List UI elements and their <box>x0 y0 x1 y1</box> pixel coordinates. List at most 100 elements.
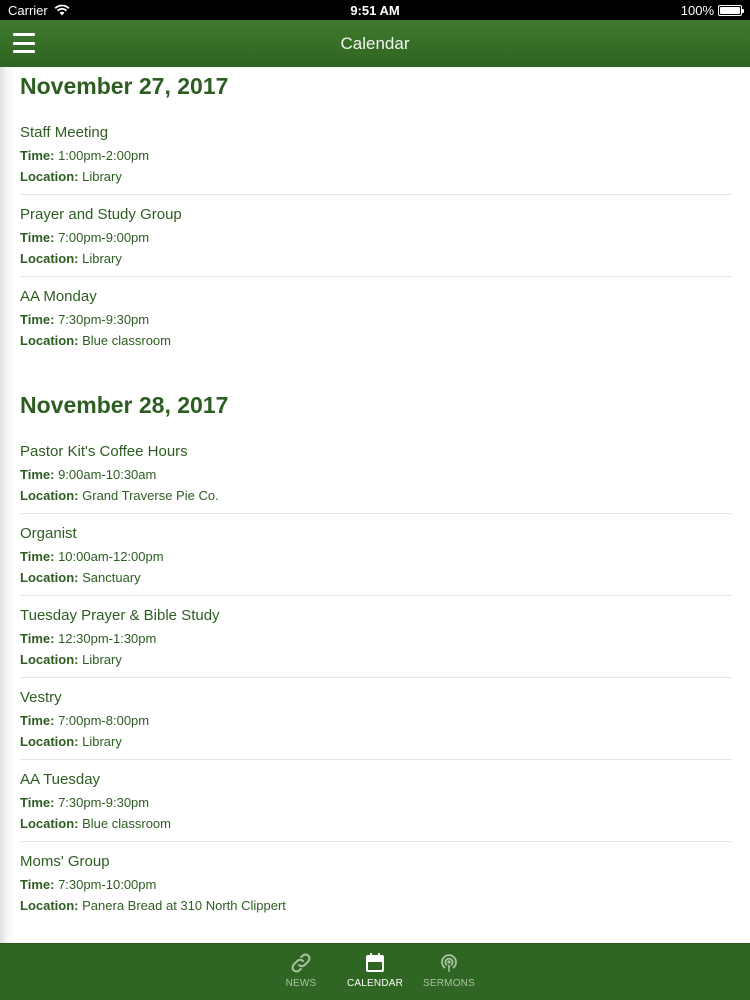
event-time: Time: 7:30pm-9:30pm <box>20 309 732 330</box>
menu-line <box>13 33 35 36</box>
wifi-icon <box>54 4 70 16</box>
location-label: Location: <box>20 898 79 913</box>
battery-icon <box>718 4 744 16</box>
location-label: Location: <box>20 570 79 585</box>
tab-calendar[interactable]: CALENDAR <box>345 944 405 1000</box>
nav-bar: Calendar <box>0 20 750 67</box>
event-item[interactable]: AA Tuesday Time: 7:30pm-9:30pm Location: B… <box>20 760 732 842</box>
day-header: November 27, 2017 <box>20 73 229 99</box>
time-value: 1:00pm-2:00pm <box>58 148 150 163</box>
location-value: Sanctuary <box>82 570 141 585</box>
location-label: Location: <box>20 251 79 266</box>
calendar-icon <box>363 951 387 975</box>
time-label: Time: <box>20 467 55 482</box>
event-item[interactable]: Vestry Time: 7:00pm-8:00pm Location: Libra… <box>20 678 732 760</box>
event-item[interactable]: Pastor Kit's Coffee Hours Time: 9:00am-10… <box>20 432 732 514</box>
location-label: Location: <box>20 652 79 667</box>
event-title: Pastor Kit's Coffee Hours <box>20 443 188 460</box>
time-label: Time: <box>20 549 55 564</box>
location-label: Location: <box>20 169 79 184</box>
event-time: Time: 7:30pm-9:30pm <box>20 792 732 813</box>
location-value: Library <box>82 652 122 667</box>
event-item[interactable]: AA Monday Time: 7:30pm-9:30pm Location: Bl… <box>20 277 732 359</box>
time-label: Time: <box>20 312 55 327</box>
time-value: 10:00am-12:00pm <box>58 549 164 564</box>
status-time: 9:51 AM <box>350 2 400 18</box>
time-label: Time: <box>20 631 55 646</box>
time-value: 7:30pm-9:30pm <box>58 312 150 327</box>
day-header: November 28, 2017 <box>20 392 229 418</box>
tab-label: CALENDAR <box>346 978 404 989</box>
battery-percent: 100% <box>680 2 714 18</box>
event-time: Time: 10:00am-12:00pm <box>20 546 732 567</box>
time-value: 7:00pm-8:00pm <box>58 713 150 728</box>
event-item[interactable]: Prayer and Study Group Time: 7:00pm-9:00p… <box>20 195 732 277</box>
time-value: 7:00pm-9:00pm <box>58 230 150 245</box>
menu-line <box>13 50 35 53</box>
location-value: Library <box>82 251 122 266</box>
location-value: Blue classroom <box>82 816 171 831</box>
event-title: AA Tuesday <box>20 771 101 788</box>
location-label: Location: <box>20 488 79 503</box>
status-bar: Carrier 9:51 AM 100% <box>0 0 750 20</box>
time-label: Time: <box>20 795 55 810</box>
event-title: Moms' Group <box>20 853 110 870</box>
time-label: Time: <box>20 713 55 728</box>
battery-fill <box>720 6 740 14</box>
page-title: Calendar <box>340 33 410 53</box>
event-location: Location: Blue classroom <box>20 330 732 351</box>
day-section: November 27, 2017 Staff Meeting Time: 1:00… <box>0 69 750 359</box>
event-location: Location: Blue classroom <box>20 813 732 834</box>
location-label: Location: <box>20 333 79 348</box>
event-location: Location: Sanctuary <box>20 567 732 588</box>
location-value: Library <box>82 169 122 184</box>
location-value: Blue classroom <box>82 333 171 348</box>
event-title: Vestry <box>20 689 62 706</box>
event-time: Time: 12:30pm-1:30pm <box>20 628 732 649</box>
event-time: Time: 1:00pm-2:00pm <box>20 145 732 166</box>
event-item[interactable]: Staff Meeting Time: 1:00pm-2:00pm Location… <box>20 113 732 195</box>
podcast-icon <box>437 951 461 975</box>
carrier-label: Carrier <box>8 2 48 18</box>
event-time: Time: 7:30pm-10:00pm <box>20 874 732 895</box>
event-location: Location: Library <box>20 649 732 670</box>
event-title: AA Monday <box>20 288 97 305</box>
event-location: Location: Library <box>20 166 732 187</box>
event-item[interactable]: Organist Time: 10:00am-12:00pm Location: S… <box>20 514 732 596</box>
location-label: Location: <box>20 734 79 749</box>
tab-sermons[interactable]: SERMONS <box>419 944 479 1000</box>
tab-bar: NEWS CALENDAR SERMONS <box>0 943 750 1000</box>
day-section: November 28, 2017 Pastor Kit's Coffee Hou… <box>0 388 750 924</box>
menu-line <box>13 41 35 45</box>
event-item[interactable]: Moms' Group Time: 7:30pm-10:00pm Location:… <box>20 842 732 924</box>
calendar-list[interactable]: November 27, 2017 Staff Meeting Time: 1:00… <box>0 67 750 943</box>
tab-news[interactable]: NEWS <box>271 944 331 1000</box>
status-left: Carrier <box>8 3 70 18</box>
event-title: Tuesday Prayer & Bible Study <box>20 607 220 624</box>
time-label: Time: <box>20 877 55 892</box>
event-location: Location: Library <box>20 731 732 752</box>
link-icon <box>289 951 313 975</box>
event-time: Time: 7:00pm-9:00pm <box>20 227 732 248</box>
event-title: Prayer and Study Group <box>20 206 182 223</box>
tab-label: SERMONS <box>423 978 475 989</box>
location-value: Grand Traverse Pie Co. <box>82 488 219 503</box>
time-label: Time: <box>20 230 55 245</box>
time-value: 7:30pm-9:30pm <box>58 795 150 810</box>
event-title: Staff Meeting <box>20 124 109 141</box>
event-title: Organist <box>20 525 77 542</box>
location-value: Library <box>82 734 122 749</box>
event-time: Time: 7:00pm-8:00pm <box>20 710 732 731</box>
location-label: Location: <box>20 816 79 831</box>
event-location: Location: Panera Bread at 310 North Clip… <box>20 895 732 916</box>
time-label: Time: <box>20 148 55 163</box>
event-location: Location: Library <box>20 248 732 269</box>
event-location: Location: Grand Traverse Pie Co. <box>20 485 732 506</box>
hamburger-menu-icon[interactable] <box>13 33 35 53</box>
time-value: 12:30pm-1:30pm <box>58 631 157 646</box>
event-time: Time: 9:00am-10:30am <box>20 464 732 485</box>
event-item[interactable]: Tuesday Prayer & Bible Study Time: 12:30p… <box>20 596 732 678</box>
status-right: 100% <box>680 2 744 18</box>
location-value: Panera Bread at 310 North Clippert <box>82 898 286 913</box>
time-value: 7:30pm-10:00pm <box>58 877 157 892</box>
